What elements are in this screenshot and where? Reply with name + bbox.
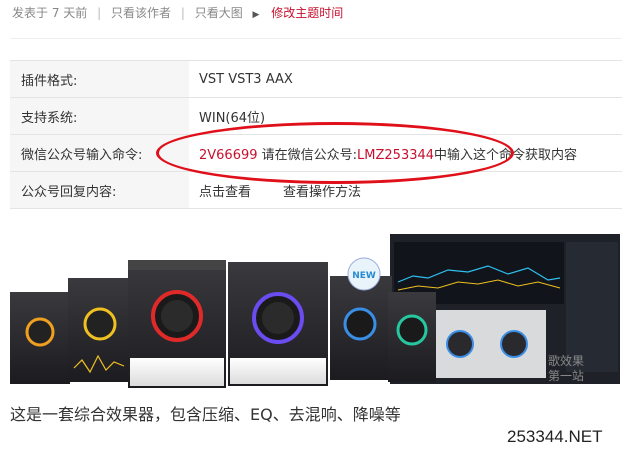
separator: | [180, 6, 185, 20]
new-badge: NEW [352, 271, 376, 281]
play-triangle-icon: ▶ [252, 10, 260, 20]
table-row: 支持系统: WIN(64位) [10, 97, 622, 135]
row-value: WIN(64位) [189, 97, 622, 135]
row-label: 微信公众号输入命令: [10, 134, 189, 172]
row-value: 2V66699 请在微信公众号:LMZ253344中输入这个命令获取内容 [189, 134, 622, 172]
site-watermark: 253344.NET [507, 427, 603, 446]
command-tail: 中输入这个命令获取内容 [434, 147, 578, 163]
command-instruction: 请在微信公众号: [257, 147, 358, 163]
post-description: 这是一套综合效果器，包含压缩、EQ、去混响、降噪等 [10, 405, 401, 424]
plugin-info-table: 插件格式: VST VST3 AAX 支持系统: WIN(64位) 微信公众号输… [10, 60, 622, 209]
separator: | [97, 6, 102, 20]
row-label: 公众号回复内容: [10, 171, 189, 209]
edit-time-link[interactable]: 修改主题时间 [271, 6, 343, 20]
divider [10, 38, 622, 39]
view-link[interactable]: 点击查看 [199, 185, 251, 200]
row-value: 点击查看 查看操作方法 [189, 171, 622, 209]
wechat-account: LMZ253344 [357, 147, 435, 163]
plugin-suite-banner-image: NEW [10, 234, 620, 388]
only-large-image-link[interactable]: 只看大图 [195, 6, 243, 20]
table-row: 插件格式: VST VST3 AAX [10, 60, 622, 98]
row-label: 插件格式: [10, 60, 189, 98]
post-meta-bar: 发表于 7 天前 | 只看该作者 | 只看大图 ▶ 修改主题时间 [12, 4, 343, 21]
row-label: 支持系统: [10, 97, 189, 135]
watermark-cn: 歌效果 第一站 [548, 354, 585, 383]
post-time: 发表于 7 天前 [12, 6, 88, 20]
view-method-link[interactable]: 查看操作方法 [283, 185, 361, 200]
row-value: VST VST3 AAX [189, 60, 622, 98]
only-author-link[interactable]: 只看该作者 [111, 6, 171, 20]
table-row: 公众号回复内容: 点击查看 查看操作方法 [10, 171, 622, 209]
table-row: 微信公众号输入命令: 2V66699 请在微信公众号:LMZ253344中输入这… [10, 134, 622, 172]
command-code: 2V66699 [199, 147, 258, 163]
